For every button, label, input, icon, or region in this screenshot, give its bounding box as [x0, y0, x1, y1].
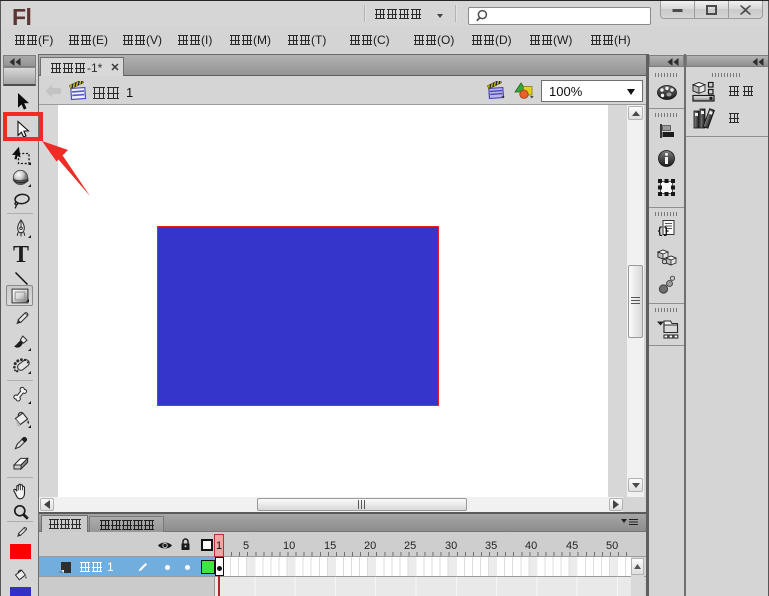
svg-text:{}: {} — [657, 226, 669, 238]
